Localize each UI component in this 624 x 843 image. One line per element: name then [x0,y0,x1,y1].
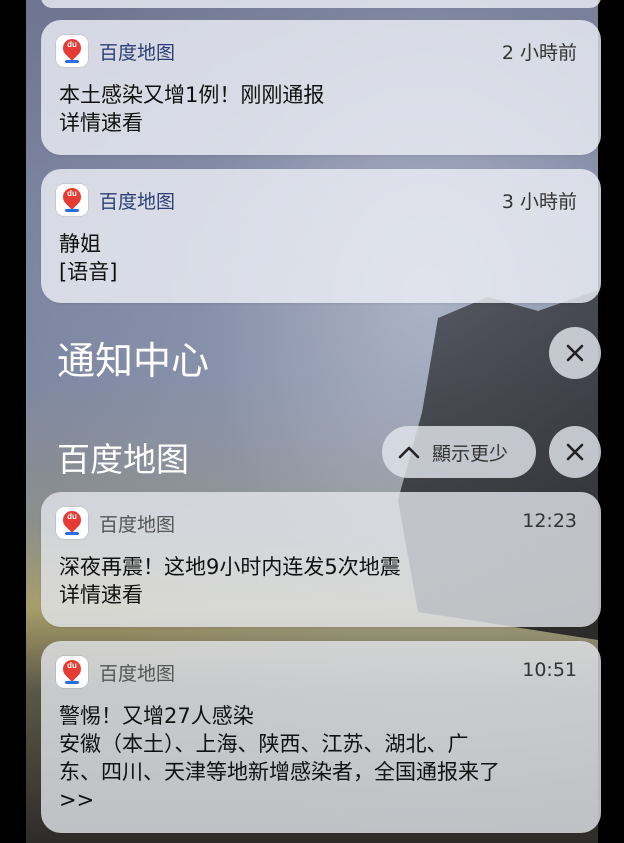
notification-card-partial[interactable] [41,0,601,8]
notification-body: 本土感染又增1例！刚刚通报 详情速看 [59,81,579,137]
notification-app-name: 百度地图 [99,514,176,536]
notification-app-name: 百度地图 [99,663,176,685]
chevron-up-icon [398,446,420,459]
baidu-map-icon: du [56,656,88,688]
notification-time: 10:51 [522,659,577,681]
notification-line: 安徽（本土）、上海、陕西、江苏、湖北、广 [59,732,469,756]
clear-group-button[interactable] [549,426,601,478]
show-less-button[interactable]: 顯示更少 [382,426,536,478]
notification-time: 3 小時前 [501,191,577,213]
notification-body: 深夜再震！这地9小时内连发5次地震 详情速看 [59,553,579,609]
notification-card[interactable]: du 百度地图 12:23 深夜再震！这地9小时内连发5次地震 详情速看 [41,492,601,627]
left-letterbox [0,0,26,843]
notification-line: 详情速看 [59,583,143,607]
notification-card[interactable]: du 百度地图 2 小時前 本土感染又增1例！刚刚通报 详情速看 [41,20,601,155]
right-letterbox [598,0,624,843]
clear-notification-center-button[interactable] [549,327,601,379]
baidu-map-icon: du [56,507,88,539]
notification-time: 2 小時前 [501,42,577,64]
show-less-label: 顯示更少 [432,442,509,465]
notification-line: 详情速看 [59,111,143,135]
notification-center-title: 通知中心 [57,339,210,383]
notification-line: 东、四川、天津等地新增感染者，全国通报来了 [59,760,500,784]
notification-card[interactable]: du 百度地图 3 小時前 静姐 [语音] [41,169,601,303]
notification-line: 静姐 [59,232,101,256]
notification-body: 静姐 [语音] [59,230,579,286]
notification-body: 警惕！又增27人感染 安徽（本土）、上海、陕西、江苏、湖北、广 东、四川、天津等… [59,702,579,814]
app-group-title: 百度地图 [57,440,189,479]
notification-line: >> [59,788,95,812]
close-icon [566,344,584,362]
notification-app-name: 百度地图 [99,42,176,64]
notification-line: 警惕！又增27人感染 [59,704,254,728]
baidu-map-icon: du [56,35,88,67]
notification-line: 深夜再震！这地9小时内连发5次地震 [59,555,401,579]
notification-line: 本土感染又增1例！刚刚通报 [59,83,325,107]
notification-card[interactable]: du 百度地图 10:51 警惕！又增27人感染 安徽（本土）、上海、陕西、江苏… [41,641,601,833]
baidu-map-icon: du [56,184,88,216]
notification-line: [语音] [59,260,118,284]
notification-time: 12:23 [522,510,577,532]
notification-app-name: 百度地图 [99,191,176,213]
close-icon [566,443,584,461]
